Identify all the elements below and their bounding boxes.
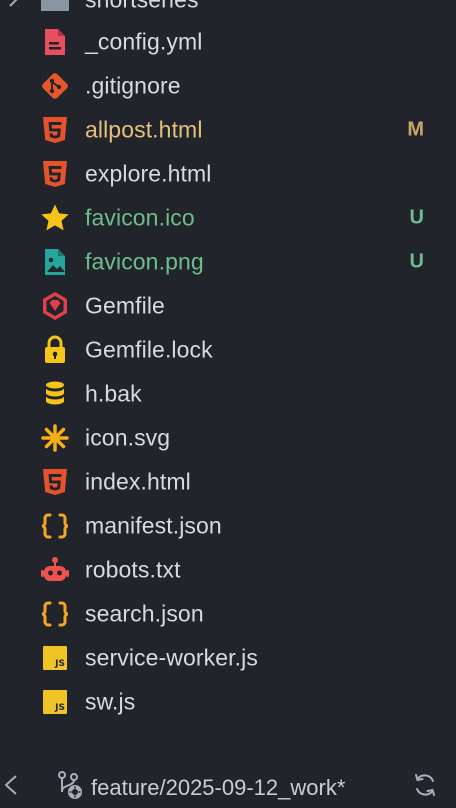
svg-asterisk-icon [40,423,70,453]
git-status-badge: U [409,250,424,273]
git-status-badge: M [407,118,424,141]
file-row[interactable]: JS service-worker.js [0,636,456,680]
file-row[interactable]: search.json [0,592,456,636]
file-row[interactable]: allpost.html M [0,108,456,152]
file-row[interactable]: Gemfile.lock [0,328,456,372]
json-braces-icon [40,511,70,541]
file-label: allpost.html [85,116,203,143]
folder-label: shortseries [85,0,199,14]
file-row[interactable]: _config.yml [0,20,456,64]
database-icon [40,379,70,409]
file-row[interactable]: robots.txt [0,548,456,592]
file-label: explore.html [85,160,212,187]
chevron-right-icon [9,0,18,7]
folder-icon [40,0,70,15]
status-bar: feature/2025-09-12_work* [0,760,456,808]
file-row[interactable]: favicon.ico U [0,196,456,240]
image-file-icon [40,247,70,277]
file-row[interactable]: Gemfile [0,284,456,328]
ruby-gem-icon [40,291,70,321]
sync-icon[interactable] [412,772,438,798]
yaml-file-icon [40,27,70,57]
file-label: h.bak [85,380,142,407]
file-row[interactable]: .gitignore [0,64,456,108]
file-label: icon.svg [85,424,171,451]
file-row[interactable]: explore.html [0,152,456,196]
folder-row-shortseries[interactable]: shortseries [0,0,456,22]
git-icon [40,71,70,101]
file-label: service-worker.js [85,644,258,671]
file-row[interactable]: favicon.png U [0,240,456,284]
robot-icon [40,555,70,585]
branch-name[interactable]: feature/2025-09-12_work* [91,775,345,801]
file-label: Gemfile.lock [85,336,213,363]
file-label: favicon.png [85,248,204,275]
html5-icon [40,467,70,497]
file-label: _config.yml [85,28,203,55]
file-label: .gitignore [85,72,181,99]
file-explorer: shortseries _config.yml .gitignore [0,0,456,760]
star-icon [40,203,70,233]
chevron-left-icon[interactable] [2,774,20,796]
javascript-icon: JS [40,643,70,673]
git-branch-icon[interactable] [54,768,86,800]
file-row[interactable]: icon.svg [0,416,456,460]
file-row[interactable]: index.html [0,460,456,504]
file-label: index.html [85,468,191,495]
file-label: Gemfile [85,292,165,319]
html5-icon [40,115,70,145]
file-row[interactable]: manifest.json [0,504,456,548]
file-label: manifest.json [85,512,222,539]
javascript-icon: JS [40,687,70,717]
file-row[interactable]: h.bak [0,372,456,416]
file-label: robots.txt [85,556,181,583]
file-label: sw.js [85,688,136,715]
file-label: search.json [85,600,204,627]
json-braces-icon [40,599,70,629]
git-status-badge: U [409,206,424,229]
file-label: favicon.ico [85,204,195,231]
file-row[interactable]: JS sw.js [0,680,456,724]
lock-icon [40,335,70,365]
html5-icon [40,159,70,189]
